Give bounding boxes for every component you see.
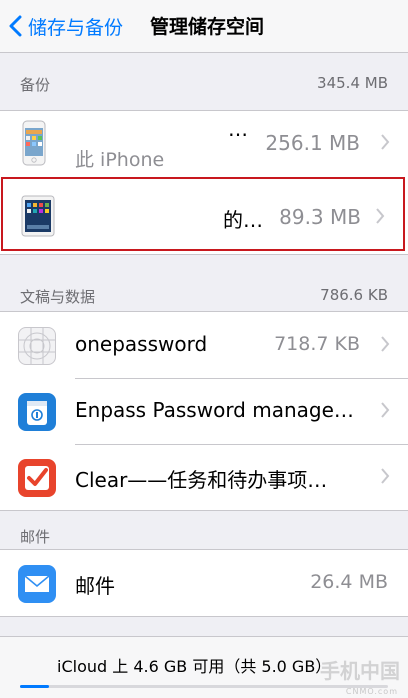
item-label: 邮件 xyxy=(75,574,115,598)
mail-list: 邮件 26.4 MB xyxy=(0,549,408,617)
backup-total: 345.4 MB xyxy=(317,74,388,92)
iphone-backup-size: 256.1 MB xyxy=(265,131,360,155)
chevron-left-icon xyxy=(8,15,22,37)
navigation-bar: 储存与备份 管理储存空间 xyxy=(0,0,408,53)
back-button[interactable]: 储存与备份 xyxy=(8,10,123,42)
iphone-icon xyxy=(22,120,46,170)
list-item[interactable]: 邮件 26.4 MB xyxy=(0,550,408,616)
watermark-sub: CNMO.com xyxy=(345,687,398,696)
enpass-icon xyxy=(18,393,56,431)
documents-header-label: 文稿与数据 xyxy=(20,288,96,306)
app-placeholder-icon xyxy=(18,327,56,365)
chevron-right-icon xyxy=(381,336,390,352)
item-label: Enpass Password manage… xyxy=(75,398,354,422)
backup-section-header: 备份 345.4 MB xyxy=(20,74,388,95)
storage-progress-fill xyxy=(20,685,50,688)
mail-section-header: 邮件 xyxy=(20,526,388,547)
backup-row-iphone[interactable]: … 此 iPhone 256.1 MB xyxy=(0,111,408,175)
mail-envelope-icon xyxy=(18,565,56,603)
item-size: 718.7 KB xyxy=(274,333,360,355)
item-label: Clear——任务和待办事项… xyxy=(75,468,328,492)
watermark-logo: 手机中国 xyxy=(320,659,400,683)
list-item[interactable]: onepassword 718.7 KB xyxy=(0,312,408,378)
storage-available-text: iCloud 上 4.6 GB 可用（共 5.0 GB） xyxy=(57,657,332,676)
iphone-name-ellipsis: … xyxy=(228,117,248,141)
clear-checkmark-icon xyxy=(18,459,56,497)
documents-section-header: 文稿与数据 786.6 KB xyxy=(20,286,388,307)
item-size: 26.4 MB xyxy=(310,571,388,593)
mail-header-label: 邮件 xyxy=(20,528,51,546)
page-title: 管理储存空间 xyxy=(150,16,265,38)
ipad-backup-name: 的… xyxy=(223,208,263,232)
documents-total: 786.6 KB xyxy=(320,286,388,304)
chevron-right-icon xyxy=(376,208,385,224)
list-item[interactable]: Clear——任务和待办事项… xyxy=(0,444,408,510)
iphone-backup-name: 此 iPhone xyxy=(75,149,165,171)
chevron-right-icon xyxy=(381,402,390,418)
storage-progress-bar xyxy=(20,685,388,688)
ipad-backup-size: 89.3 MB xyxy=(279,205,361,229)
list-item[interactable]: Enpass Password manage… xyxy=(0,378,408,444)
documents-list: onepassword 718.7 KB Enpass Password man… xyxy=(0,311,408,511)
back-label: 储存与备份 xyxy=(28,16,124,39)
chevron-right-icon xyxy=(381,134,390,150)
chevron-right-icon xyxy=(381,468,390,484)
backup-header-label: 备份 xyxy=(20,76,51,94)
item-label: onepassword xyxy=(75,332,208,356)
ipad-icon xyxy=(21,195,55,241)
backup-row-ipad[interactable]: 的… 89.3 MB xyxy=(1,177,405,251)
storage-footer: iCloud 上 4.6 GB 可用（共 5.0 GB） 手机中国 CNMO.c… xyxy=(0,636,408,698)
